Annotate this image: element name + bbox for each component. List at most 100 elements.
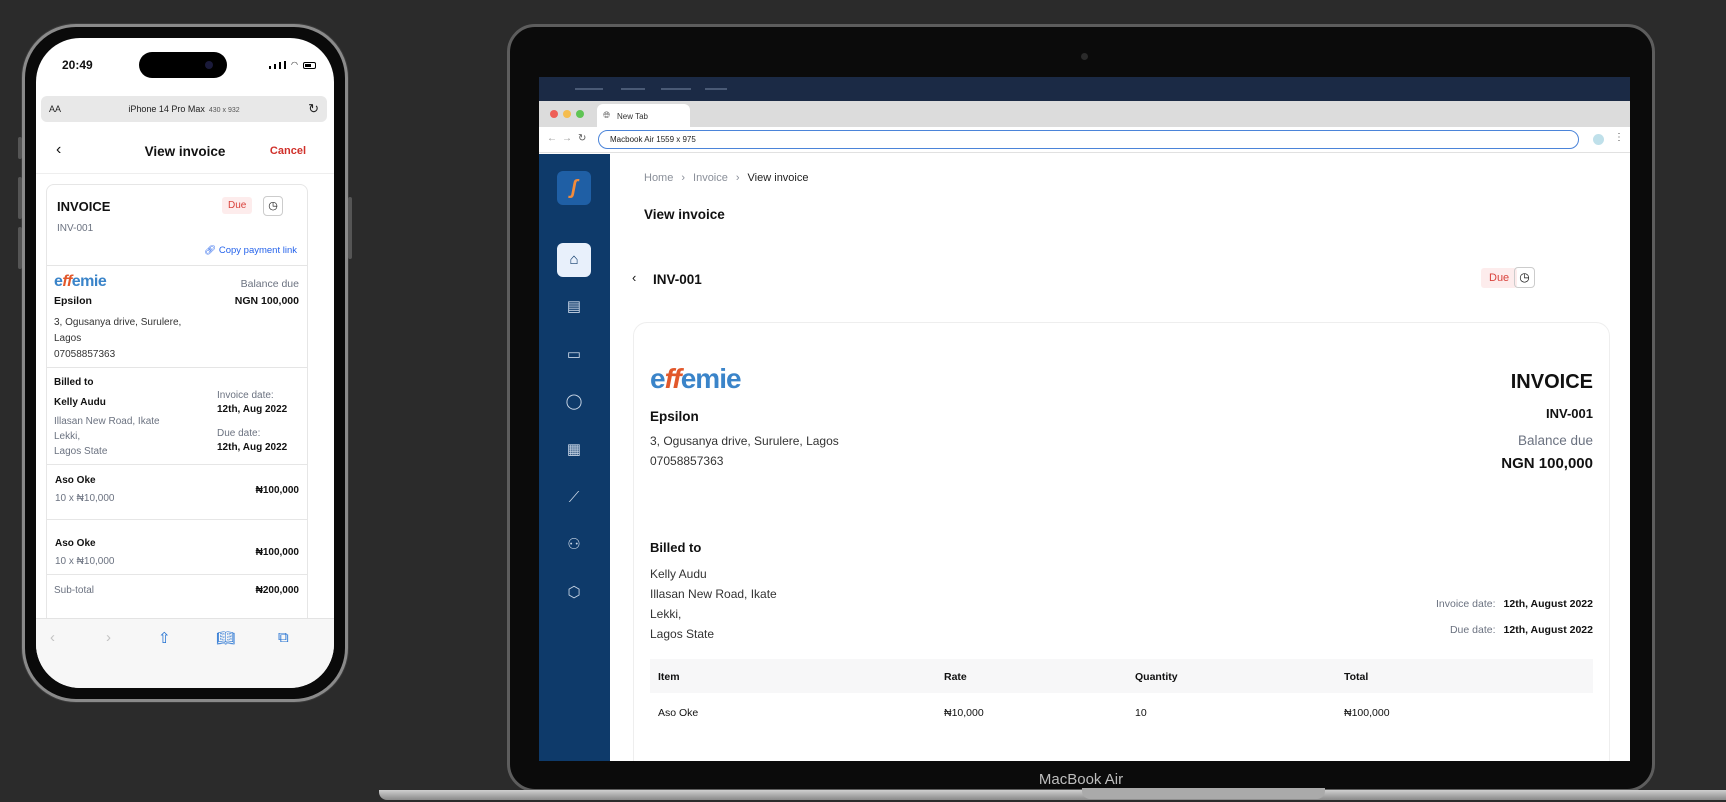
table-cell: Aso Oke <box>658 707 699 719</box>
company-logo: effemie <box>650 363 742 394</box>
table-cell: 10 <box>1135 707 1147 719</box>
money-icon[interactable]: ▭ <box>557 338 591 372</box>
macbook-label: MacBook Air <box>1038 771 1124 788</box>
reload-icon[interactable]: ↻ <box>578 133 586 144</box>
back-chevron-icon[interactable]: ‹ <box>632 270 636 285</box>
receipt-icon[interactable]: ▤ <box>557 290 591 324</box>
billed-to-label: Billed to <box>650 540 702 555</box>
share-icon[interactable]: ⇧ <box>158 629 171 647</box>
profile-avatar[interactable] <box>1593 134 1604 145</box>
forward-icon[interactable]: › <box>106 629 111 646</box>
invoice-number: INV-001 <box>1546 406 1593 421</box>
balance-due-label: Balance due <box>1517 433 1593 448</box>
browser-tab[interactable]: 🌐︎ New Tab <box>597 104 690 127</box>
client-address: Illasan New Road, Ikate Lekki, Lagos Sta… <box>54 416 160 457</box>
item-name: Aso Oke <box>55 538 96 549</box>
url-host: iPhone 14 Pro Max <box>128 104 205 114</box>
list-item: Aso Oke 10 x ₦10,000 ₦100,000 <box>47 519 307 575</box>
balance-amount: NGN 100,000 <box>1501 455 1593 472</box>
company-address: 3, Ogusanya drive, Surulere, Lagos 07058… <box>650 434 839 468</box>
invoice-app: ʃ ⌂ ▤ ▭ ◯ ▦ ⟋ ⚇ ⬡ Home › Invoice › View invo… <box>539 154 1630 761</box>
invoice-heading: INVOICE <box>57 199 111 214</box>
invoice-id: INV-001 <box>653 272 702 287</box>
history-clock-icon[interactable]: ◷ <box>1514 267 1535 288</box>
phone-side-button <box>18 137 22 159</box>
column-header: Item <box>658 671 680 683</box>
item-qty: 10 x ₦10,000 <box>55 493 115 504</box>
back-icon[interactable]: ‹ <box>50 629 55 646</box>
forward-icon[interactable]: → <box>562 133 572 144</box>
back-icon[interactable]: ← <box>547 133 557 144</box>
app-logo[interactable]: ʃ <box>557 171 591 205</box>
client-name: Kelly Audu <box>54 397 106 408</box>
client-name: Kelly Audu <box>650 567 707 581</box>
item-name: Aso Oke <box>55 475 96 486</box>
table-cell: ₦10,000 <box>944 707 984 719</box>
company-logo: effemie <box>54 273 107 290</box>
chevron-right-icon: › <box>735 172 740 184</box>
mobile-invoice-card: INVOICE Due ◷ INV-001 🔗︎ Copy payment li… <box>46 184 308 664</box>
reload-icon[interactable]: ↻ <box>308 101 319 117</box>
company-address: 3, Ogusanya drive, Surulere, Lagos 07058… <box>54 317 182 360</box>
invoice-date: 12th, August 2022 <box>1503 598 1593 610</box>
more-menu-icon[interactable]: ⋮ <box>1614 132 1624 143</box>
breadcrumb-current: View invoice <box>747 172 809 184</box>
close-window-icon[interactable] <box>550 110 558 118</box>
column-header: Total <box>1344 671 1369 683</box>
phone-side-button <box>18 227 22 269</box>
balance-amount: NGN 100,000 <box>234 295 299 307</box>
main-content: Home › Invoice › View invoice View invoice ‹… <box>610 154 1630 761</box>
copy-payment-link[interactable]: 🔗︎ Copy payment link <box>204 245 297 256</box>
balance-due-label: Balance due <box>240 278 299 290</box>
item-total: ₦100,000 <box>255 547 299 558</box>
chart-icon[interactable]: ⟋ <box>557 481 591 515</box>
invoice-card: effemie Epsilon 3, Ogusanya drive, Surul… <box>633 322 1610 761</box>
client-details: Kelly Audu Illasan New Road, Ikate Lekki… <box>650 564 777 644</box>
home-icon[interactable]: ⌂ <box>557 243 591 277</box>
table-row: Aso Oke ₦10,000 10 ₦100,000 <box>650 695 1593 729</box>
due-date-label: Due date: <box>1449 624 1496 636</box>
status-icons: ◠ <box>269 60 316 69</box>
breadcrumb: Home › Invoice › View invoice <box>644 172 809 184</box>
cancel-button[interactable]: Cancel <box>270 145 306 157</box>
dynamic-island <box>139 52 227 78</box>
camera <box>1081 53 1088 60</box>
breadcrumb-home[interactable]: Home <box>644 172 673 184</box>
table-header: Item Rate Quantity Total <box>650 659 1593 693</box>
item-total: ₦100,000 <box>255 485 299 496</box>
minimize-window-icon[interactable] <box>563 110 571 118</box>
safari-url-bar[interactable]: AA iPhone 14 Pro Max 430 x 932 ↻ <box>41 96 327 122</box>
invoice-dates: Invoice date: 12th, August 2022 Due date:… <box>1436 591 1593 643</box>
billed-to-label: Billed to <box>54 377 94 388</box>
company-name: Epsilon <box>54 295 92 307</box>
document-icon[interactable]: ▦ <box>557 433 591 467</box>
mac-menubar <box>539 77 1630 101</box>
column-header: Quantity <box>1135 671 1178 683</box>
tabs-icon[interactable]: ⧉ <box>278 629 289 646</box>
globe-icon: 🌐︎ <box>603 110 611 120</box>
mobile-nav-bar: ‹ View invoice Cancel <box>36 132 334 174</box>
user-icon[interactable]: ◯ <box>557 385 591 419</box>
bookmarks-icon[interactable]: 📖︎ <box>216 629 235 647</box>
invoice-heading: INVOICE <box>1510 371 1593 393</box>
due-date-label: Due date: <box>217 428 261 439</box>
status-badge: Due <box>1481 268 1518 288</box>
subtotal-value: ₦200,000 <box>255 585 299 596</box>
sidebar: ʃ ⌂ ▤ ▭ ◯ ▦ ⟋ ⚇ ⬡ <box>539 154 610 761</box>
phone-side-button <box>348 197 352 259</box>
address-bar[interactable]: Macbook Air 1559 x 975 <box>598 130 1579 149</box>
invoice-date: 12th, Aug 2022 <box>217 404 288 415</box>
breadcrumb-invoice[interactable]: Invoice <box>693 172 728 184</box>
macbook-mockup: 🌐︎ New Tab ← → ↻ Macbook Air 1559 x 975 ⋮… <box>379 24 1726 800</box>
settings-icon[interactable]: ⬡ <box>557 576 591 610</box>
history-clock-icon[interactable]: ◷ <box>263 196 283 216</box>
subtotal-label: Sub-total <box>54 585 95 596</box>
status-badge: Due <box>222 197 253 214</box>
safari-toolbar: ‹ › ⇧ 📖︎ ⧉ <box>36 618 334 688</box>
laptop-lid: 🌐︎ New Tab ← → ↻ Macbook Air 1559 x 975 ⋮… <box>507 24 1655 792</box>
due-date: 12th, August 2022 <box>1503 624 1593 636</box>
add-user-icon[interactable]: ⚇ <box>557 528 591 562</box>
browser-toolbar: ← → ↻ Macbook Air 1559 x 975 ⋮ <box>539 127 1630 153</box>
column-header: Rate <box>944 671 967 683</box>
maximize-window-icon[interactable] <box>576 110 584 118</box>
